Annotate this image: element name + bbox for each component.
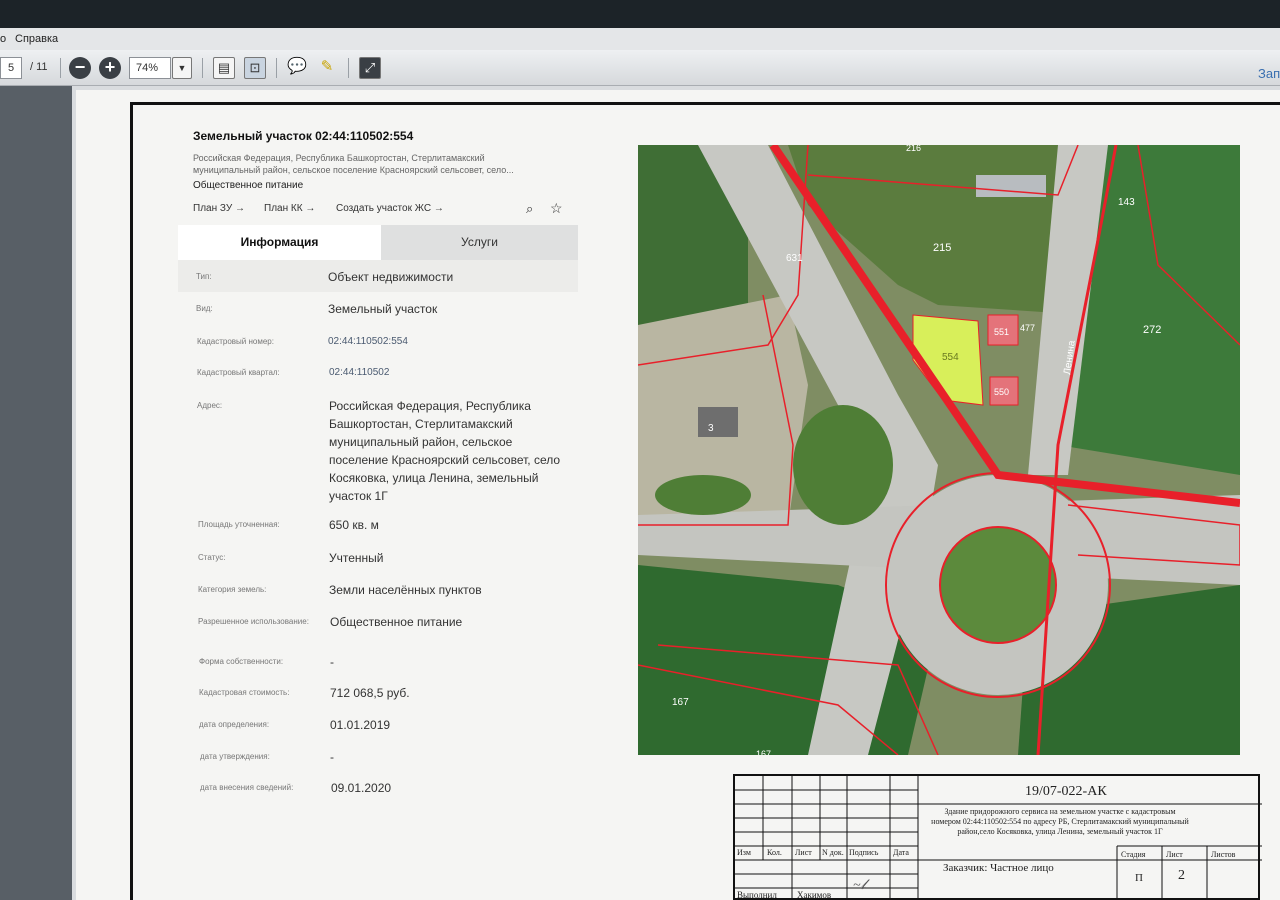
customer: Заказчик: Частное лицо [943,862,1054,874]
info-row-value: 650 кв. м [329,518,379,532]
info-row-label: Форма собственности: [199,657,284,666]
info-row-label: Разрешенное использование: [198,617,309,626]
map-svg: 631 215 272 554 551 550 3 167 143 477 21… [638,145,1240,755]
info-row-value: Объект недвижимости [328,270,454,284]
performer-label: Выполнил [737,890,777,900]
parcel-label: 272 [1143,324,1161,336]
sheet-label: Лист [1166,850,1183,859]
drawing-code: 19/07-022-АК [1025,784,1107,799]
parcel-label: 3 [708,423,714,434]
toolbar-right-link[interactable]: Зап [1258,66,1280,81]
parcel-label: 551 [994,327,1009,337]
sheets-label: Листов [1211,850,1236,859]
performer-name: Хакимов [797,890,832,900]
info-row-label: Площадь уточненная: [198,520,280,529]
green-island [793,405,893,525]
parcel-label: 550 [994,387,1009,397]
parcel-label: 477 [1020,323,1035,333]
parcel-use: Общественное питание [193,180,304,191]
zoom-level-select[interactable]: 74% [129,57,171,79]
info-row-label: Кадастровая стоимость: [199,688,290,697]
info-row-label: Вид: [196,304,213,313]
link-plan-kk[interactable]: План КК → [264,203,315,214]
info-row-value: Учтенный [329,551,384,565]
zoom-in-icon[interactable]: + [99,57,121,79]
info-tabs: Информация Услуги [178,225,578,260]
link-plan-zu[interactable]: План ЗУ → [193,203,245,214]
info-row-value: 01.01.2019 [330,718,391,732]
col-ndok: N док. [822,848,844,857]
info-row-value: Земли населённых пунктов [329,583,482,597]
parcel-label: 167 [756,749,771,755]
info-row-value: 09.01.2020 [331,781,392,795]
parcel-label: 554 [942,352,959,363]
parcel-address-short: Российская Федерация, Республика Башкорт… [193,153,514,175]
info-row-label: Тип: [196,272,212,281]
toolbar-separator [276,58,277,78]
building [698,407,738,437]
col-signature: Подпись [849,848,879,857]
info-row-label: дата определения: [199,720,270,729]
stage-value: П [1135,872,1143,884]
menu-bar: о Справка [0,28,1280,50]
col-kol: Кол. [767,848,782,857]
fit-page-icon[interactable]: ▤ [213,57,235,79]
green-island [655,475,751,515]
chevron-down-icon[interactable]: ▼ [172,57,192,79]
info-row-value[interactable]: 02:44:110502:554 [328,333,563,351]
info-row-label: Адрес: [197,401,223,410]
info-row-value: - [330,655,334,669]
signature: ~𝓁 [853,878,866,893]
info-row-value: Российская Федерация, Республика Башкорт… [329,399,561,503]
col-date: Дата [893,848,909,857]
navigation-pane [0,86,72,900]
col-list: Лист [795,848,812,857]
toolbar-separator [348,58,349,78]
screen: о Справка 5 / 11 − + 74% ▼ ▤ ⊡ 💬 ✎ ⤢ Зап… [0,0,1280,900]
info-row-value[interactable]: 02:44:110502 [329,364,564,382]
drawing-description: Здание придорожного сервиса на земельном… [931,807,1189,836]
info-row-label: Статус: [198,553,226,562]
menu-item-partial[interactable]: о [0,33,6,45]
highlight-icon[interactable]: ✎ [316,57,338,79]
parcel-label: 631 [786,253,803,264]
toolbar-separator [60,58,61,78]
parcel-label: 143 [1118,197,1135,208]
info-row-value: 712 068,5 руб. [330,686,410,700]
menu-item-help[interactable]: Справка [15,33,58,45]
toolbar-separator [202,58,203,78]
col-izm: Изм [737,848,751,857]
tab-services[interactable]: Услуги [381,225,578,260]
stage-label: Стадия [1121,850,1146,859]
link-create-parcel[interactable]: Создать участок ЖС → [336,203,444,214]
search-icon[interactable]: ⌕ [526,201,533,217]
info-row-value: Общественное питание [330,615,463,629]
fit-width-icon[interactable]: ⊡ [244,57,266,79]
star-icon[interactable]: ☆ [550,200,563,217]
info-row-value: Земельный участок [328,302,438,316]
pdf-toolbar: 5 / 11 − + 74% ▼ ▤ ⊡ 💬 ✎ ⤢ Зап [0,50,1280,86]
info-row-label: дата утверждения: [200,752,270,761]
page-number-input[interactable]: 5 [0,57,22,79]
parcel-label: 216 [906,145,921,153]
cadastral-map[interactable]: 631 215 272 554 551 550 3 167 143 477 21… [638,145,1240,755]
info-row-label: Кадастровый номер: [197,337,274,346]
parcel-title: Земельный участок 02:44:110502:554 [193,129,414,143]
zoom-out-icon[interactable]: − [69,57,91,79]
tab-information[interactable]: Информация [178,225,381,260]
info-row-label: дата внесения сведений: [200,783,294,792]
sheet-value: 2 [1178,868,1185,883]
info-row-value: - [330,750,334,764]
parcel-label: 167 [672,697,689,708]
fullscreen-icon[interactable]: ⤢ [359,57,381,79]
info-row-label: Категория земель: [198,585,267,594]
page-total: / 11 [30,61,48,73]
comment-icon[interactable]: 💬 [286,57,308,79]
info-row-label: Кадастровый квартал: [197,368,280,377]
title-block: 19/07-022-АК Здание придорожного сервиса… [733,774,1262,900]
parcel-label: 215 [933,242,951,254]
